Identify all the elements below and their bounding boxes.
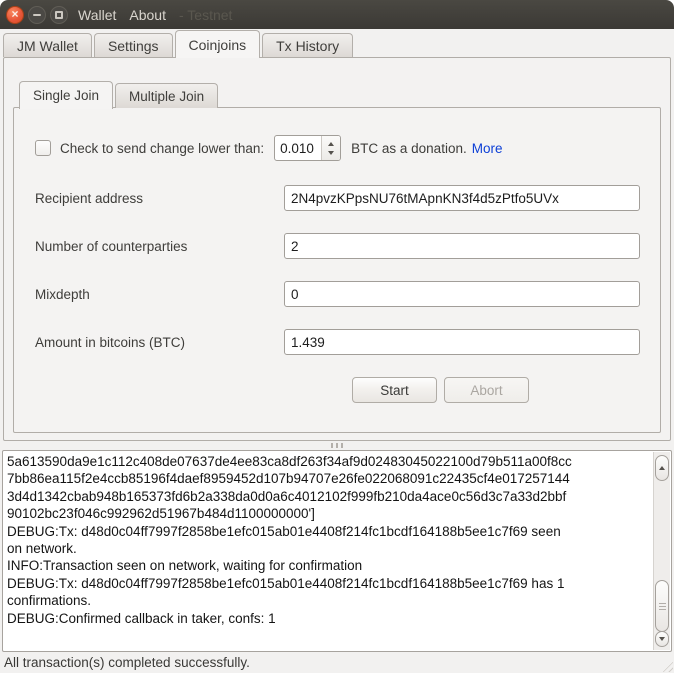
arrow-down-icon [659,637,665,641]
log-text: 5a613590da9e1c112c408de07637de4ee83ca8df… [7,453,649,649]
recipient-row: Recipient address [35,185,640,211]
amount-row: Amount in bitcoins (BTC) [35,329,640,355]
counterparties-row: Number of counterparties [35,233,640,259]
tab-tx-history[interactable]: Tx History [262,33,353,57]
join-tab-bar: Single Join Multiple Join [19,80,220,108]
mixdepth-input[interactable] [284,281,640,307]
app-window: × Wallet About - Testnet JM Wallet Setti… [0,0,674,673]
tab-coinjoins[interactable]: Coinjoins [175,30,261,58]
donation-checkbox[interactable] [35,140,51,156]
minimize-icon [33,14,41,16]
abort-button[interactable]: Abort [444,377,529,403]
log-line: confirmations. [7,592,649,609]
log-line: DEBUG:Tx: d48d0c04ff7997f2858be1efc015ab… [7,575,649,592]
donation-suffix-label: BTC as a donation. [351,141,467,156]
more-link[interactable]: More [472,141,503,156]
donation-checkbox-label: Check to send change lower than: [60,141,264,156]
coinjoins-pane: Single Join Multiple Join Check to send … [3,57,671,441]
mixdepth-label: Mixdepth [35,287,284,302]
maximize-icon [55,11,63,19]
close-icon: × [11,8,18,20]
tab-single-join[interactable]: Single Join [19,81,113,109]
splitter-grip-icon [331,443,333,448]
log-line: DEBUG:Tx: d48d0c04ff7997f2858be1efc015ab… [7,523,649,540]
amount-label: Amount in bitcoins (BTC) [35,335,284,350]
tab-multiple-join[interactable]: Multiple Join [115,83,218,108]
action-buttons: Start Abort [352,377,529,403]
menu-wallet[interactable]: Wallet [78,7,116,23]
log-line: on network. [7,540,649,557]
tab-settings[interactable]: Settings [94,33,173,57]
scroll-thumb[interactable] [655,580,669,632]
mixdepth-row: Mixdepth [35,281,640,307]
donation-amount-spinbox[interactable] [274,135,341,161]
log-line: 5a613590da9e1c112c408de07637de4ee83ca8df… [7,453,649,470]
main-tab-bar: JM Wallet Settings Coinjoins Tx History [0,29,674,57]
spin-up-icon[interactable] [328,142,334,146]
log-line: INFO:Transaction seen on network, waitin… [7,557,649,574]
window-title: - Testnet [179,7,232,23]
log-output[interactable]: 5a613590da9e1c112c408de07637de4ee83ca8df… [2,450,672,652]
titlebar: × Wallet About - Testnet [0,0,674,29]
recipient-address-label: Recipient address [35,191,284,206]
spinbox-steppers[interactable] [321,136,340,160]
splitter-grip-icon [336,443,338,448]
status-bar: All transaction(s) completed successfull… [0,652,674,673]
splitter-grip-icon [341,443,343,448]
amount-input[interactable] [284,329,640,355]
menubar: Wallet About - Testnet [78,7,232,23]
minimize-button[interactable] [28,6,46,24]
splitter-handle[interactable] [0,441,674,450]
menu-about[interactable]: About [129,7,166,23]
scroll-down-button[interactable] [655,631,669,647]
counterparties-label: Number of counterparties [35,239,284,254]
spin-down-icon[interactable] [328,151,334,155]
log-line: 3d4d1342cbab948b165373fd6b2a338da0d0a6c4… [7,488,649,505]
tab-jm-wallet[interactable]: JM Wallet [3,33,92,57]
recipient-address-input[interactable] [284,185,640,211]
donation-row: Check to send change lower than: BTC as … [35,134,648,162]
log-scrollbar[interactable] [653,452,670,650]
donation-amount-input[interactable] [275,136,321,160]
start-button[interactable]: Start [352,377,437,403]
maximize-button[interactable] [50,6,68,24]
log-line: DEBUG:Confirmed callback in taker, confs… [7,610,649,627]
resize-grip-icon[interactable] [660,659,673,672]
counterparties-input[interactable] [284,233,640,259]
scroll-up-button[interactable] [655,455,669,481]
status-message: All transaction(s) completed successfull… [4,655,250,670]
log-line: 7bb86ea115f2e4ccb85196f4daef8959452d107b… [7,470,649,487]
single-join-pane: Check to send change lower than: BTC as … [13,107,661,433]
window-controls: × [6,6,68,24]
arrow-up-icon [659,466,665,470]
close-button[interactable]: × [6,6,24,24]
log-line: 90102bc23f046c992962d51967b484d110000000… [7,505,649,522]
